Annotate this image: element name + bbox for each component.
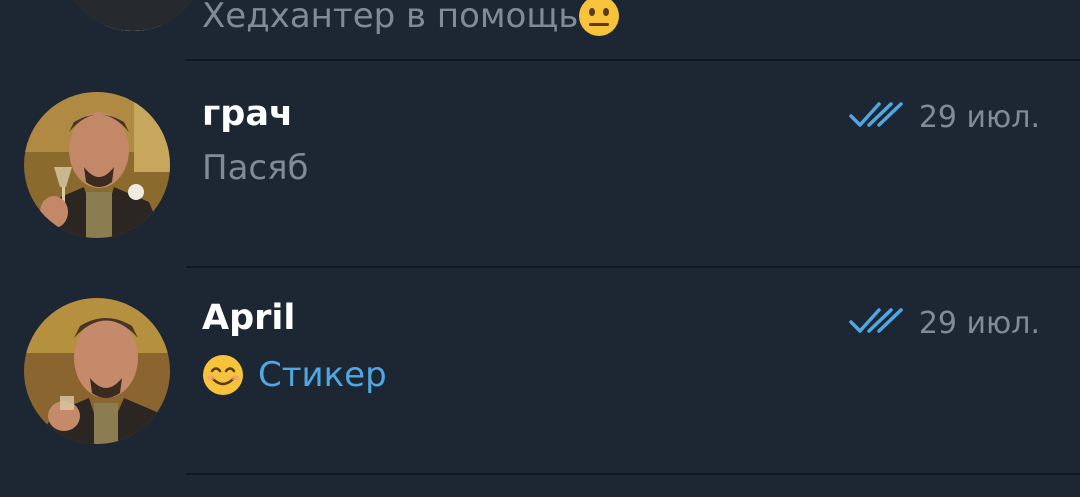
avatar <box>24 298 170 444</box>
avatar <box>24 92 170 238</box>
man-portrait-avatar <box>60 0 206 31</box>
chat-preview-text: Хедхантер в помощь <box>202 0 579 36</box>
chat-preview: Стикер <box>202 354 387 396</box>
chat-preview-text: Пасяб <box>202 148 309 188</box>
chat-preview-text: Стикер <box>258 355 387 395</box>
divider <box>186 473 1080 475</box>
chat-preview: Хедхантер в помощь <box>202 0 620 37</box>
chat-date: 29 июл. <box>918 306 1040 341</box>
chat-title: April <box>202 298 296 338</box>
chat-row[interactable]: грач 29 июл. Пасяб <box>0 62 1080 268</box>
double-check-read-icon <box>849 308 903 333</box>
divider <box>186 59 1080 61</box>
neutral-face-emoji <box>579 0 620 36</box>
smiling-face-emoji <box>203 355 243 395</box>
chat-list: Хедхантер в помощь грач 29 июл. Пасяб Ap… <box>0 0 1080 497</box>
chat-row[interactable]: April 29 июл. Стикер <box>0 268 1080 476</box>
laughing-man-with-glass-avatar <box>24 298 170 444</box>
chat-preview: Пасяб <box>202 148 309 188</box>
avatar <box>60 0 206 31</box>
double-check-read-icon <box>849 102 903 127</box>
laughing-man-with-glass-avatar <box>24 92 170 238</box>
chat-title: грач <box>202 94 293 134</box>
chat-date: 29 июл. <box>918 100 1040 135</box>
chat-row[interactable]: Хедхантер в помощь <box>0 0 1080 62</box>
